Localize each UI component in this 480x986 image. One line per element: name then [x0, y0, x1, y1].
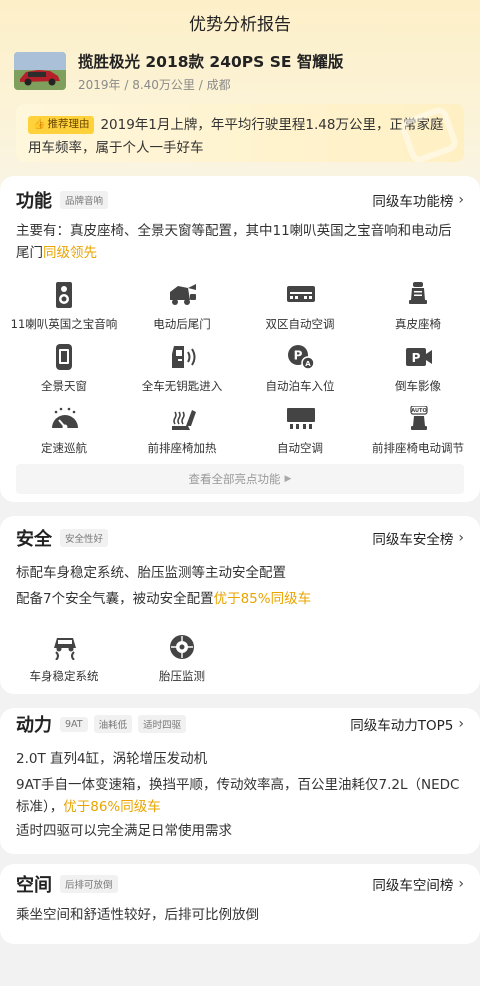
- feature-label: 车身稳定系统: [29, 669, 99, 683]
- panoramic-sunroof-icon: [50, 344, 78, 370]
- car-name: 揽胜极光 2018款 240PS SE 智耀版: [78, 53, 344, 71]
- feature-label: 双区自动空调: [265, 317, 335, 331]
- feature-label: 11喇叭英国之宝音响: [10, 317, 118, 331]
- power-title: 动力: [16, 715, 52, 736]
- power-tailgate-icon: [168, 282, 196, 308]
- view-all-features-button[interactable]: 查看全部亮点功能 ▶: [16, 464, 464, 494]
- keyless-entry-icon: [168, 344, 196, 370]
- feature-label: 自动空调: [277, 441, 323, 455]
- power-tag: 适时四驱: [138, 715, 187, 733]
- power-tag: 9AT: [60, 716, 88, 732]
- car-header: 揽胜极光 2018款 240PS SE 智耀版 2019年 / 8.40万公里 …: [14, 52, 466, 94]
- power-seat-icon: AUTO: [404, 406, 432, 432]
- auto-ac-icon: [286, 406, 315, 432]
- reverse-camera-icon: P: [404, 344, 432, 370]
- power-line-1: 2.0T 直列4缸，涡轮增压发动机: [16, 751, 208, 767]
- power-card: 动力 9AT 油耗低 适时四驱 同级车动力TOP5 › 2.0T 直列4缸，涡轮…: [0, 708, 480, 854]
- feature-leather-seat[interactable]: 真皮座椅: [358, 282, 478, 334]
- function-tag: 品牌音响: [60, 191, 109, 209]
- feature-label: 全车无钥匙进入: [141, 379, 223, 393]
- feature-tailgate[interactable]: 电动后尾门: [122, 282, 242, 334]
- space-line-1: 乘坐空间和舒适性较好，后排可比例放倒: [16, 907, 259, 923]
- chevron-right-icon: ›: [458, 876, 464, 892]
- caret-right-icon: ▶: [284, 474, 292, 484]
- function-rank-link[interactable]: 同级车功能榜 ›: [372, 190, 464, 210]
- safety-line-2: 配备7个安全气囊，被动安全配置优于85%同级车: [16, 588, 464, 610]
- feature-auto-parking[interactable]: PA 自动泊车入位: [240, 344, 360, 396]
- feature-label: 全景天窗: [41, 379, 87, 393]
- function-title: 功能: [16, 191, 52, 212]
- feature-label: 电动后尾门: [153, 317, 211, 331]
- power-rank-link[interactable]: 同级车动力TOP5 ›: [350, 714, 464, 734]
- space-tag: 后排可放倒: [60, 875, 118, 893]
- feature-label: 真皮座椅: [395, 317, 441, 331]
- reason-decoration: [397, 104, 461, 162]
- safety-card: 安全 安全性好 同级车安全榜 › 标配车身稳定系统、胎压监测等主动安全配置 配备…: [0, 516, 480, 694]
- chevron-right-icon: ›: [458, 716, 464, 732]
- space-title: 空间: [16, 875, 52, 896]
- feature-seat-heating[interactable]: 前排座椅加热: [122, 406, 242, 458]
- feature-label: 前排座椅加热: [147, 441, 217, 455]
- space-card: 空间 后排可放倒 同级车空间榜 › 乘坐空间和舒适性较好，后排可比例放倒: [0, 864, 480, 944]
- speaker-icon: [50, 282, 78, 308]
- svg-text:AUTO: AUTO: [411, 408, 426, 414]
- safety-line-2-highlight: 优于85%同级车: [213, 591, 312, 607]
- auto-parking-icon: PA: [286, 344, 315, 370]
- power-tag: 油耗低: [93, 715, 133, 733]
- recommend-reason-card: 👍 推荐理由 2019年1月上牌，年平均行驶里程1.48万公里，正常家庭用车频率…: [16, 104, 464, 162]
- recommend-badge: 👍 推荐理由: [28, 115, 95, 134]
- thumbs-up-icon: 👍: [33, 119, 46, 130]
- safety-rank-link-label: 同级车安全榜: [372, 532, 454, 548]
- stability-control-icon: [50, 634, 78, 660]
- dual-zone-ac-icon: [286, 282, 315, 308]
- cruise-control-icon: [50, 406, 78, 432]
- space-rank-link-label: 同级车空间榜: [372, 878, 454, 894]
- seat-heating-icon: [168, 406, 196, 432]
- power-line-3: 适时四驱可以完全满足日常使用需求: [16, 823, 232, 839]
- car-meta: 2019年 / 8.40万公里 / 成都: [78, 78, 231, 92]
- feature-keyless[interactable]: 全车无钥匙进入: [122, 344, 242, 396]
- car-thumbnail[interactable]: [14, 52, 66, 90]
- feature-speaker[interactable]: 11喇叭英国之宝音响: [4, 282, 124, 334]
- safety-title: 安全: [16, 529, 52, 550]
- svg-text:P: P: [412, 351, 421, 365]
- feature-label: 胎压监测: [159, 669, 205, 683]
- power-line-2: 9AT手自一体变速箱，换挡平顺，传动效率高，百公里油耗仅7.2L（NEDC标准）…: [16, 774, 464, 818]
- feature-label: 倒车影像: [395, 379, 441, 393]
- leather-seat-icon: [404, 282, 432, 308]
- safety-rank-link[interactable]: 同级车安全榜 ›: [372, 528, 464, 548]
- feature-cruise[interactable]: 定速巡航: [4, 406, 124, 458]
- page-title: 优势分析报告: [189, 14, 291, 35]
- feature-tire-pressure[interactable]: 胎压监测: [122, 634, 242, 686]
- function-desc-highlight: 同级领先: [43, 245, 97, 261]
- function-rank-link-label: 同级车功能榜: [372, 194, 454, 210]
- view-all-features-label: 查看全部亮点功能: [188, 472, 281, 486]
- safety-tag: 安全性好: [60, 529, 109, 547]
- function-description: 主要有：真皮座椅、全景天窗等配置，其中11喇叭英国之宝音响和电动后尾门同级领先: [16, 220, 464, 264]
- feature-label: 定速巡航: [41, 441, 87, 455]
- safety-line-1: 标配车身稳定系统、胎压监测等主动安全配置: [16, 565, 286, 581]
- feature-label: 前排座椅电动调节: [372, 441, 464, 455]
- chevron-right-icon: ›: [458, 192, 464, 208]
- power-rank-link-label: 同级车动力TOP5: [350, 718, 454, 734]
- feature-auto-ac[interactable]: 自动空调: [240, 406, 360, 458]
- feature-dual-ac[interactable]: 双区自动空调: [240, 282, 360, 334]
- feature-reverse-camera[interactable]: P 倒车影像: [358, 344, 478, 396]
- feature-label: 自动泊车入位: [265, 379, 335, 393]
- power-line-2-highlight: 优于86%同级车: [63, 799, 161, 815]
- svg-text:A: A: [305, 360, 311, 368]
- space-rank-link[interactable]: 同级车空间榜 ›: [372, 874, 464, 894]
- chevron-right-icon: ›: [458, 530, 464, 546]
- safety-line-2-text: 配备7个安全气囊，被动安全配置: [16, 591, 214, 607]
- feature-sunroof[interactable]: 全景天窗: [4, 344, 124, 396]
- feature-stability-control[interactable]: 车身稳定系统: [4, 634, 124, 686]
- function-card: 功能 品牌音响 同级车功能榜 › 主要有：真皮座椅、全景天窗等配置，其中11喇叭…: [0, 176, 480, 502]
- tire-pressure-icon: [168, 634, 196, 660]
- recommend-badge-label: 推荐理由: [47, 118, 90, 130]
- feature-power-seat[interactable]: AUTO 前排座椅电动调节: [358, 406, 478, 458]
- svg-text:P: P: [294, 349, 303, 363]
